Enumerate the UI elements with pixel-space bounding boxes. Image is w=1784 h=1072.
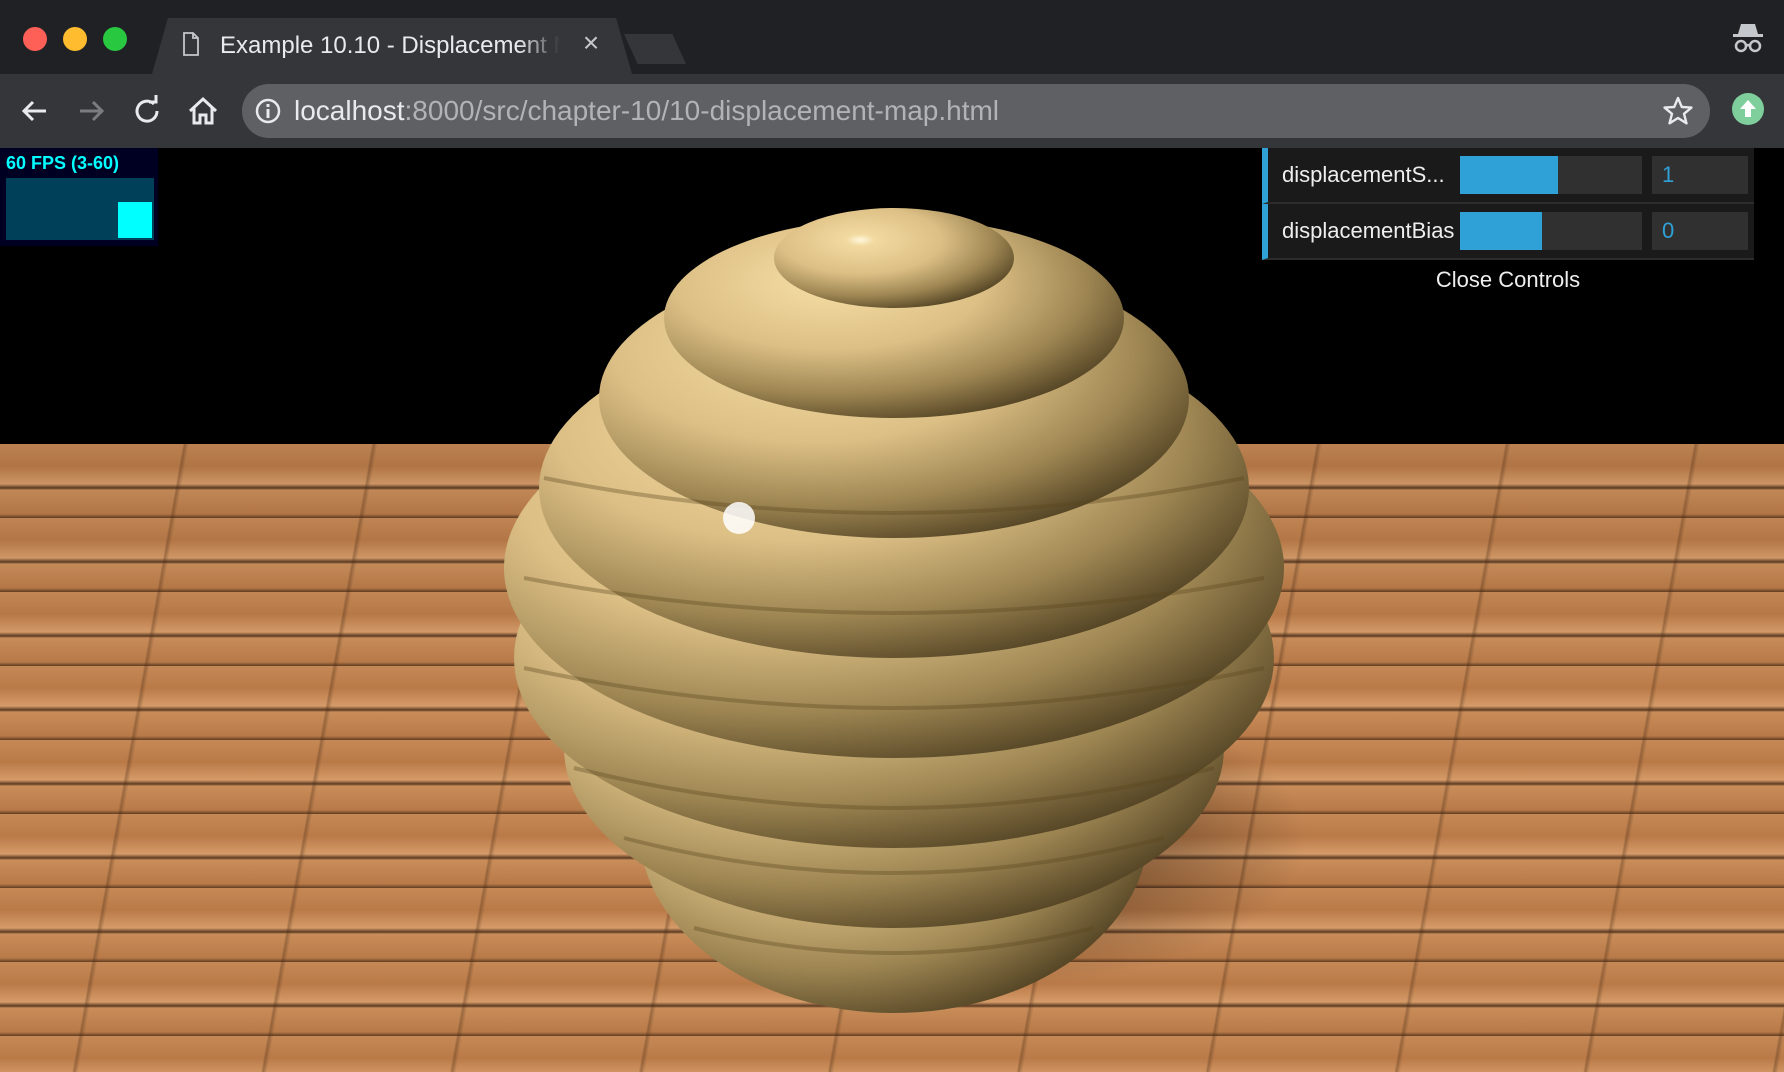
- close-controls-button[interactable]: Close Controls: [1262, 260, 1754, 300]
- slider-fill: [1460, 212, 1542, 250]
- control-value: 1: [1662, 162, 1675, 187]
- displacement-bias-slider[interactable]: [1460, 212, 1642, 250]
- displacement-bias-input[interactable]: 0: [1652, 212, 1748, 250]
- tab-title: Example 10.10 - Displacement Map: [220, 32, 547, 59]
- control-label: displacementS...: [1282, 162, 1445, 187]
- home-icon[interactable]: [184, 92, 222, 130]
- control-row-displacement-bias: displacementBias 0: [1262, 204, 1754, 260]
- close-tab-icon[interactable]: ×: [576, 28, 606, 58]
- fps-graph-bar: [118, 202, 152, 238]
- displacement-scale-input[interactable]: 1: [1652, 156, 1748, 194]
- browser-tab[interactable]: Example 10.10 - Displacement Map ×: [152, 18, 632, 74]
- update-icon[interactable]: [1730, 91, 1766, 127]
- info-icon[interactable]: [254, 97, 282, 125]
- slider-fill: [1460, 156, 1559, 194]
- new-tab-button[interactable]: [624, 34, 686, 64]
- address-bar[interactable]: localhost:8000/src/chapter-10/10-displac…: [242, 84, 1710, 138]
- control-label: displacementBias: [1282, 218, 1455, 243]
- incognito-icon: [1733, 24, 1763, 53]
- star-icon[interactable]: [1662, 95, 1694, 127]
- control-value: 0: [1662, 218, 1675, 243]
- controls-panel: displacementS... 1 displacementBias 0 Cl…: [1262, 148, 1754, 300]
- control-row-displacement-scale: displacementS... 1: [1262, 148, 1754, 204]
- minimize-window-button[interactable]: [63, 27, 87, 51]
- close-window-button[interactable]: [23, 27, 47, 51]
- url-text: localhost:8000/src/chapter-10/10-displac…: [294, 96, 999, 126]
- displaced-sphere: [504, 208, 1284, 1013]
- tab-strip: Example 10.10 - Displacement Map ×: [0, 0, 1784, 74]
- page-icon: [182, 32, 200, 56]
- fps-readout: 60 FPS (3-60): [6, 153, 120, 173]
- reload-icon[interactable]: [128, 92, 166, 130]
- back-arrow-icon[interactable]: [16, 92, 54, 130]
- fps-stats-panel[interactable]: 60 FPS (3-60): [0, 148, 158, 246]
- forward-arrow-icon[interactable]: [72, 92, 110, 130]
- maximize-window-button[interactable]: [103, 27, 127, 51]
- displacement-scale-slider[interactable]: [1460, 156, 1642, 194]
- url-path: :8000/src/chapter-10/10-displacement-map…: [404, 95, 1000, 126]
- url-host: localhost: [294, 95, 405, 126]
- webgl-canvas[interactable]: 60 FPS (3-60) displacementS... 1 displac…: [0, 148, 1784, 1072]
- browser-toolbar: localhost:8000/src/chapter-10/10-displac…: [0, 74, 1784, 148]
